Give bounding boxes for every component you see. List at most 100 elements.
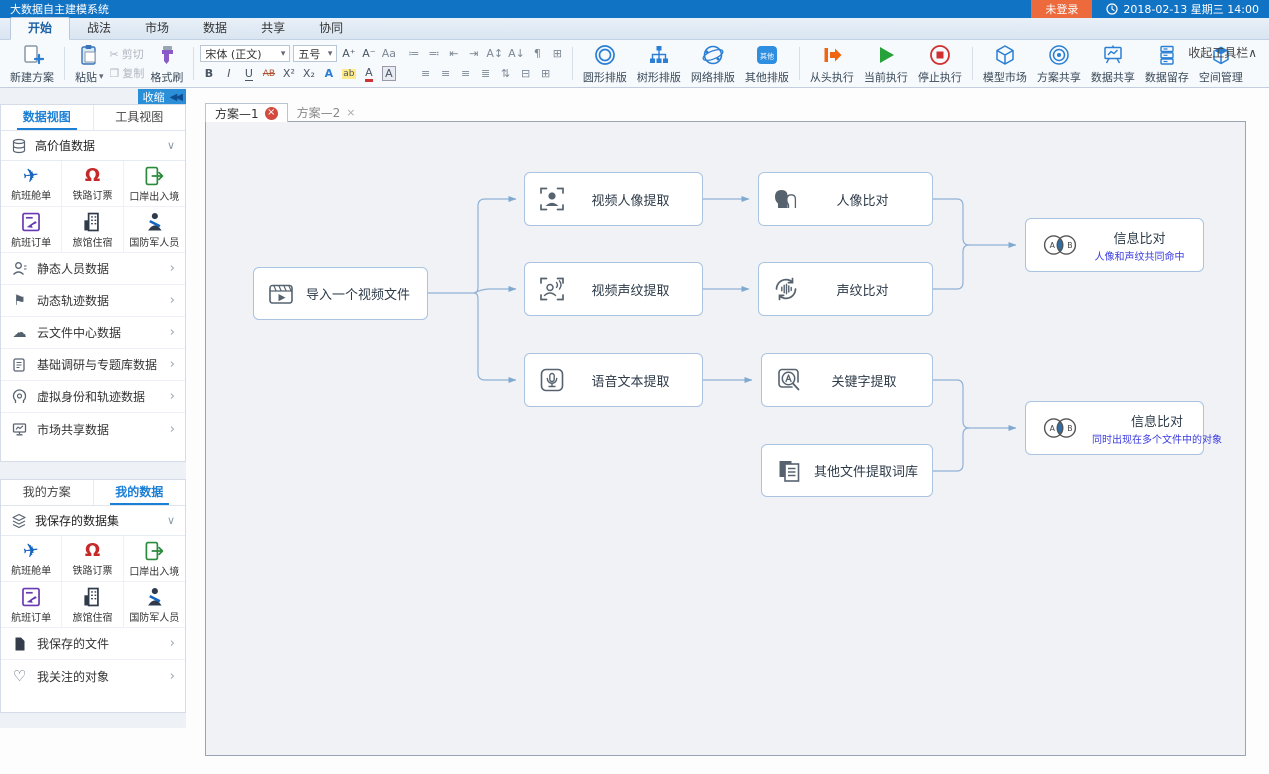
insert-table-button[interactable]: ⊞ <box>549 45 566 62</box>
underline-button[interactable]: U <box>240 65 257 82</box>
paragraph-shading-button[interactable]: ⊟ <box>517 65 534 82</box>
other-layout-label: 其他排版 <box>745 69 789 85</box>
shrink-font-button[interactable]: A⁻ <box>360 45 377 62</box>
dataset-port-entry-exit[interactable]: 口岸出入境 <box>124 536 185 582</box>
canvas-tab-plan-1[interactable]: 方案—1 × <box>205 103 288 122</box>
flowchart-canvas[interactable]: 导入一个视频文件 视频人像提取 视频声纹提取 语音文本提取 人像比对 声纹比对 <box>205 121 1246 756</box>
sidebar-item-my-followed-objects[interactable]: ♡ 我关注的对象› <box>1 660 185 692</box>
flow-node-speech-to-text[interactable]: 语音文本提取 <box>524 353 703 407</box>
data-share-button[interactable]: 数据共享 <box>1087 42 1139 86</box>
dataset-railway-ticket[interactable]: Ω铁路订票 <box>62 161 123 207</box>
align-center-button[interactable]: ≡ <box>437 65 454 82</box>
ribbon-tab-tactics[interactable]: 战法 <box>70 18 128 39</box>
subscript-button[interactable]: X₂ <box>300 65 317 82</box>
increase-indent-button[interactable]: ⇥ <box>465 45 482 62</box>
sidebar-collapse-button[interactable]: 收缩 ◀◀ <box>138 89 186 105</box>
plan-share-button[interactable]: 方案共享 <box>1033 42 1085 86</box>
sidebar-item-market-shared-data[interactable]: 市场共享数据› <box>1 413 185 445</box>
dataset-hotel-stay[interactable]: 旅馆住宿 <box>62 207 123 253</box>
bold-button[interactable]: B <box>200 65 217 82</box>
ribbon-tab-share[interactable]: 共享 <box>244 18 302 39</box>
flow-node-import-video[interactable]: 导入一个视频文件 <box>253 267 428 320</box>
sidebar-item-virtual-identity-data[interactable]: 虚拟身份和轨迹数据› <box>1 381 185 413</box>
numbered-list-button[interactable]: ≕ <box>425 45 442 62</box>
cut-button[interactable]: ✂ 剪切 <box>110 46 145 62</box>
font-size-select[interactable]: 五号▾ <box>293 45 337 62</box>
text-effects-button[interactable]: A <box>320 65 337 82</box>
sidebar-item-survey-library-data[interactable]: 基础调研与专题库数据› <box>1 349 185 381</box>
other-layout-button[interactable]: 其他 其他排版 <box>741 42 793 86</box>
tab-my-plans[interactable]: 我的方案 <box>1 480 93 505</box>
tab-tool-view[interactable]: 工具视图 <box>93 105 186 130</box>
flow-node-video-portrait-extract[interactable]: 视频人像提取 <box>524 172 703 226</box>
font-color-button[interactable]: A <box>360 65 377 82</box>
copy-button[interactable]: ❐ 复制 <box>110 65 145 81</box>
collapse-toolbar-button[interactable]: 收起工具栏∧ <box>1188 44 1257 61</box>
borders-button[interactable]: ⊞ <box>537 65 554 82</box>
superscript-button[interactable]: X² <box>280 65 297 82</box>
format-painter-button[interactable]: 格式刷 <box>146 42 187 86</box>
flow-node-portrait-compare[interactable]: 人像比对 <box>758 172 933 226</box>
flow-node-other-files-lexicon[interactable]: 其他文件提取词库 <box>761 444 933 497</box>
flow-node-info-compare-1[interactable]: AB 信息比对 人像和声纹共同命中 <box>1025 218 1204 272</box>
close-tab-icon[interactable]: × <box>346 106 355 119</box>
new-plan-button[interactable]: 新建方案 <box>6 42 58 86</box>
flow-node-voiceprint-compare[interactable]: 声纹比对 <box>758 262 933 316</box>
dataset-flight-manifest[interactable]: ✈航班舱单 <box>1 161 62 207</box>
flow-node-keyword-extract[interactable]: 关键字提取 <box>761 353 933 407</box>
tree-layout-button[interactable]: 树形排版 <box>633 42 685 86</box>
line-spacing-button[interactable]: ⇅ <box>497 65 514 82</box>
font-family-select[interactable]: 宋体 (正文)▾ <box>200 45 290 62</box>
node-label: 人像比对 <box>811 190 920 209</box>
paste-button[interactable]: 粘贴▾ <box>71 42 108 86</box>
char-shading-button[interactable]: A <box>380 65 397 82</box>
ribbon-tab-market[interactable]: 市场 <box>128 18 186 39</box>
strikethrough-button[interactable]: AB <box>260 65 277 82</box>
dataset-port-entry-exit[interactable]: 口岸出入境 <box>124 161 185 207</box>
flow-node-video-voiceprint-extract[interactable]: 视频声纹提取 <box>524 262 703 316</box>
run-from-start-button[interactable]: 从头执行 <box>806 42 858 86</box>
sidebar-item-cloud-file-data[interactable]: ☁ 云文件中心数据› <box>1 317 185 349</box>
italic-button[interactable]: I <box>220 65 237 82</box>
highlight-button[interactable]: ab <box>340 65 357 82</box>
dataset-military-personnel[interactable]: 国防军人员 <box>124 582 185 628</box>
dataset-military-personnel[interactable]: 国防军人员 <box>124 207 185 253</box>
ribbon-tab-collab[interactable]: 协同 <box>302 18 360 39</box>
sidebar-item-dynamic-track-data[interactable]: ⚑ 动态轨迹数据› <box>1 285 185 317</box>
decrease-indent-button[interactable]: ⇤ <box>445 45 462 62</box>
format-painter-label: 格式刷 <box>150 69 183 85</box>
stop-run-button[interactable]: 停止执行 <box>914 42 966 86</box>
canvas-tab-plan-2[interactable]: 方案—2 × <box>288 103 365 122</box>
dataset-flight-order[interactable]: 航班订单 <box>1 582 62 628</box>
sort-button[interactable]: A↓ <box>507 45 526 62</box>
bullet-list-button[interactable]: ≔ <box>405 45 422 62</box>
dataset-railway-ticket[interactable]: Ω铁路订票 <box>62 536 123 582</box>
entry-exit-icon <box>143 540 165 562</box>
model-market-button[interactable]: 模型市场 <box>979 42 1031 86</box>
tab-my-data[interactable]: 我的数据 <box>93 480 186 505</box>
flow-node-info-compare-2[interactable]: AB 信息比对 同时出现在多个文件中的对象 <box>1025 401 1204 455</box>
align-left-button[interactable]: ≡ <box>417 65 434 82</box>
paragraph-mark-button[interactable]: ¶ <box>529 45 546 62</box>
section-high-value-data[interactable]: 高价值数据 ∨ <box>1 131 185 161</box>
ribbon-tab-data[interactable]: 数据 <box>186 18 244 39</box>
login-status-badge[interactable]: 未登录 <box>1031 0 1092 18</box>
network-layout-button[interactable]: 网络排版 <box>687 42 739 86</box>
dataset-flight-manifest[interactable]: ✈航班舱单 <box>1 536 62 582</box>
dataset-hotel-stay[interactable]: 旅馆住宿 <box>62 582 123 628</box>
run-current-button[interactable]: 当前执行 <box>860 42 912 86</box>
grow-font-button[interactable]: A⁺ <box>340 45 357 62</box>
align-right-button[interactable]: ≡ <box>457 65 474 82</box>
change-case-button[interactable]: Aa <box>380 45 397 62</box>
char-scale-button[interactable]: A↕ <box>485 45 504 62</box>
section-my-saved-datasets[interactable]: 我保存的数据集 ∨ <box>1 506 185 536</box>
sidebar-item-my-saved-files[interactable]: 我保存的文件› <box>1 628 185 660</box>
sidebar-item-static-person-data[interactable]: 静态人员数据› <box>1 253 185 285</box>
tab-data-view[interactable]: 数据视图 <box>1 105 93 130</box>
circle-layout-button[interactable]: 圆形排版 <box>579 42 631 86</box>
data-retention-button[interactable]: 数据留存 <box>1141 42 1193 86</box>
ribbon-tab-start[interactable]: 开始 <box>10 17 70 40</box>
close-tab-icon[interactable]: × <box>265 107 278 120</box>
dataset-flight-order[interactable]: 航班订单 <box>1 207 62 253</box>
align-justify-button[interactable]: ≣ <box>477 65 494 82</box>
